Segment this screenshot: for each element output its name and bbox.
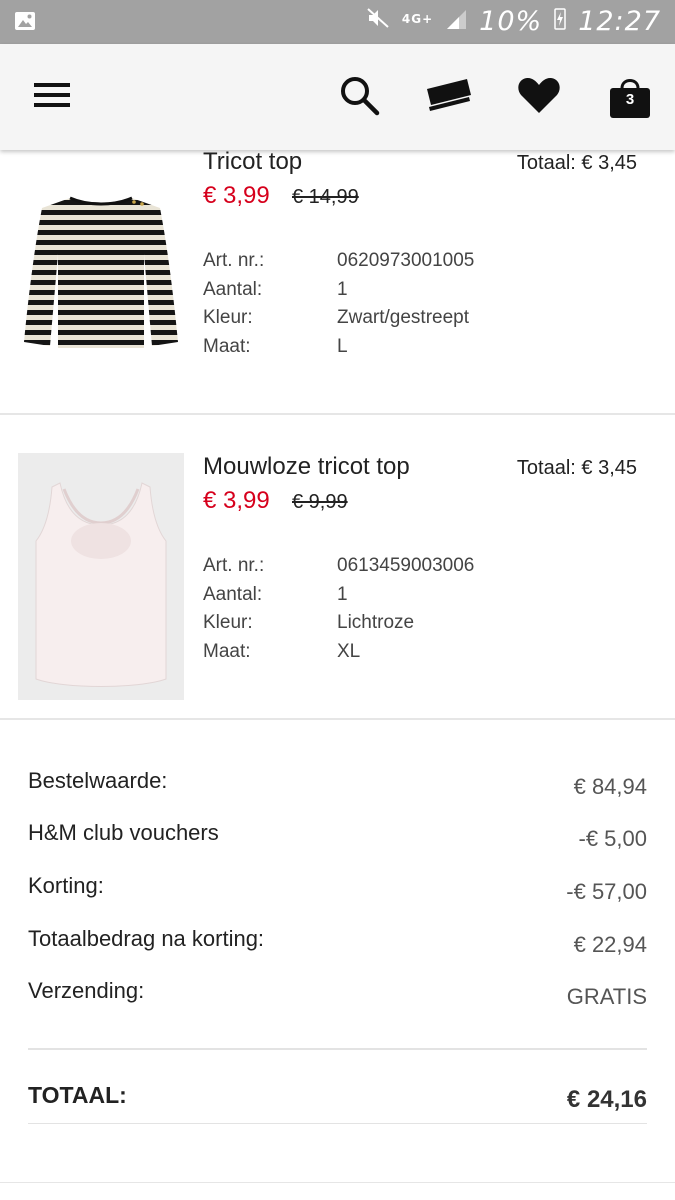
detail-value: 1 — [337, 278, 348, 300]
original-price: € 14,99 — [292, 186, 359, 208]
summary-label: Korting: — [28, 873, 104, 898]
hamburger-menu-icon — [32, 79, 72, 116]
search-icon — [338, 74, 380, 121]
summary-value: € 22,94 — [573, 932, 647, 957]
network-type: 4G+ — [401, 11, 434, 26]
detail-value: XL — [337, 640, 361, 662]
charging-icon — [554, 6, 566, 37]
shopping-bag-button[interactable]: 3 — [607, 74, 653, 120]
cart-item: Mouwloze tricot top Totaal: € 3,45 € 3,9… — [0, 415, 675, 719]
detail-row: Aantal: 1 — [203, 279, 603, 308]
detail-label: Aantal: — [203, 278, 263, 300]
detail-row: Art. nr.: 0620973001005 — [203, 250, 603, 279]
search-button[interactable] — [336, 74, 382, 120]
summary-row: Verzending: GRATIS — [28, 978, 647, 1010]
detail-value: L — [337, 335, 348, 357]
summary-row: H&M club vouchers -€ 5,00 — [28, 820, 647, 852]
detail-value: 0613459003006 — [337, 555, 475, 576]
summary-value: GRATIS — [566, 984, 647, 1009]
summary-value: -€ 5,00 — [578, 826, 648, 851]
detail-row: Maat: L — [203, 336, 603, 365]
product-name[interactable]: Tricot top — [203, 150, 302, 176]
signal-icon — [445, 6, 467, 37]
summary-divider — [28, 1048, 647, 1050]
gallery-notification-icon — [14, 11, 36, 36]
detail-value: Lichtroze — [337, 612, 415, 633]
detail-value: Zwart/gestreept — [337, 307, 469, 328]
menu-button[interactable] — [29, 74, 75, 120]
item-total: Totaal: € 3,45 — [516, 152, 637, 174]
product-details: Art. nr.: 0613459003006 Aantal: 1 Kleur: Li… — [203, 555, 603, 669]
membership-card-icon — [425, 75, 473, 120]
grand-total-row: TOTAAL: € 24,16 — [28, 1082, 647, 1114]
product-image[interactable] — [18, 190, 184, 360]
detail-value: 0620973001005 — [337, 250, 475, 271]
item-total: Totaal: € 3,45 — [516, 457, 637, 479]
order-summary: Bestelwaarde: € 84,94 H&M club vouchers … — [28, 768, 647, 1028]
app-header: 3 — [0, 44, 675, 150]
summary-label: Totaalbedrag na korting: — [28, 926, 265, 951]
detail-label: Art. nr.: — [203, 555, 265, 576]
summary-row: Korting: -€ 57,00 — [28, 873, 647, 905]
status-bar: 4G+ 10% 12:27 — [0, 0, 675, 44]
detail-row: Kleur: Lichtroze — [203, 612, 603, 641]
detail-label: Maat: — [203, 640, 251, 662]
sale-price: € 3,99 — [203, 182, 270, 209]
favourites-button[interactable] — [516, 74, 562, 120]
detail-label: Art. nr.: — [203, 250, 265, 271]
summary-label: H&M club vouchers — [28, 820, 219, 845]
battery-level: 10% — [479, 6, 543, 37]
original-price: € 9,99 — [292, 491, 348, 513]
detail-label: Maat: — [203, 335, 251, 357]
shopping-bag-icon: 3 — [608, 74, 652, 120]
bag-count-badge: 3 — [625, 91, 635, 108]
item-divider — [0, 718, 675, 720]
detail-row: Aantal: 1 — [203, 584, 603, 613]
club-card-button[interactable] — [426, 74, 472, 120]
total-label: TOTAAL: — [28, 1082, 127, 1108]
detail-value: 1 — [337, 583, 348, 605]
section-divider — [0, 1182, 675, 1183]
summary-label: Bestelwaarde: — [28, 768, 168, 793]
sale-price: € 3,99 — [203, 487, 270, 514]
summary-row: Totaalbedrag na korting: € 22,94 — [28, 926, 647, 958]
summary-value: -€ 57,00 — [566, 879, 647, 904]
mute-icon — [366, 6, 390, 37]
order-content: Tricot top Totaal: € 3,45 € 3,99 € 14,99… — [0, 150, 675, 1200]
detail-label: Kleur: — [203, 612, 253, 633]
cart-item: Tricot top Totaal: € 3,45 € 3,99 € 14,99… — [0, 150, 675, 414]
heart-icon — [517, 75, 561, 120]
detail-label: Kleur: — [203, 307, 253, 328]
summary-value: € 84,94 — [573, 774, 647, 799]
clock: 12:27 — [578, 6, 661, 37]
product-image[interactable] — [18, 453, 184, 700]
detail-row: Kleur: Zwart/gestreept — [203, 307, 603, 336]
detail-row: Art. nr.: 0613459003006 — [203, 555, 603, 584]
summary-label: Verzending: — [28, 978, 145, 1003]
detail-label: Aantal: — [203, 583, 263, 605]
product-details: Art. nr.: 0620973001005 Aantal: 1 Kleur: Zw… — [203, 250, 603, 364]
summary-row: Bestelwaarde: € 84,94 — [28, 768, 647, 800]
detail-row: Maat: XL — [203, 641, 603, 670]
product-name[interactable]: Mouwloze tricot top — [203, 453, 410, 481]
total-divider — [28, 1123, 647, 1124]
total-value: € 24,16 — [566, 1086, 647, 1113]
